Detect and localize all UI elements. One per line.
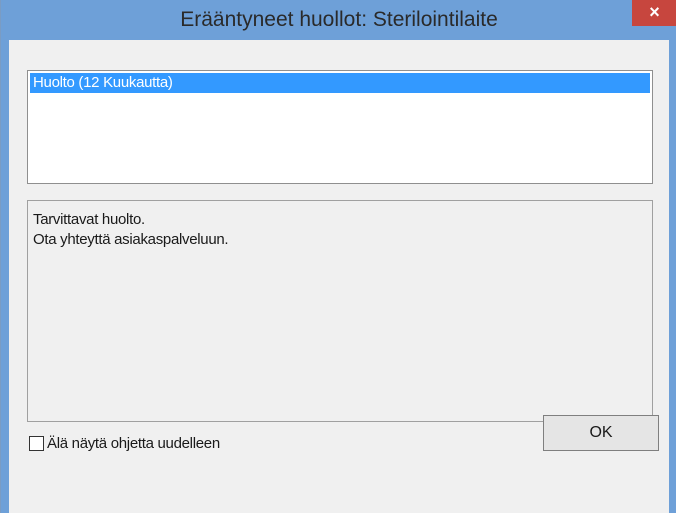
ok-button[interactable]: OK [543,415,659,451]
dialog-window: Erääntyneet huollot: Sterilointilaite × … [0,0,676,513]
window-title: Erääntyneet huollot: Sterilointilaite [180,8,498,31]
close-icon: × [649,2,660,22]
info-line: Ota yhteyttä asiakaspalveluun. [33,231,229,248]
window-frame-left [1,40,9,513]
info-textbox: Tarvittavat huolto. Ota yhteyttä asiakas… [27,200,653,422]
service-listbox[interactable]: Huolto (12 Kuukautta) [27,70,653,184]
dont-show-again-checkbox[interactable] [29,435,44,451]
dont-show-again-label[interactable]: Älä näytä ohjetta uudelleen [47,435,220,452]
close-button[interactable]: × [632,0,676,26]
dialog-content: Huolto (12 Kuukautta) Tarvittavat huolto… [9,40,669,513]
info-line: Tarvittavat huolto. [33,211,145,228]
title-bar[interactable]: Erääntyneet huollot: Sterilointilaite × [1,0,676,40]
window-frame-right [668,40,676,513]
list-item[interactable]: Huolto (12 Kuukautta) [30,73,650,93]
dont-show-again-row[interactable]: Älä näytä ohjetta uudelleen [29,432,220,454]
